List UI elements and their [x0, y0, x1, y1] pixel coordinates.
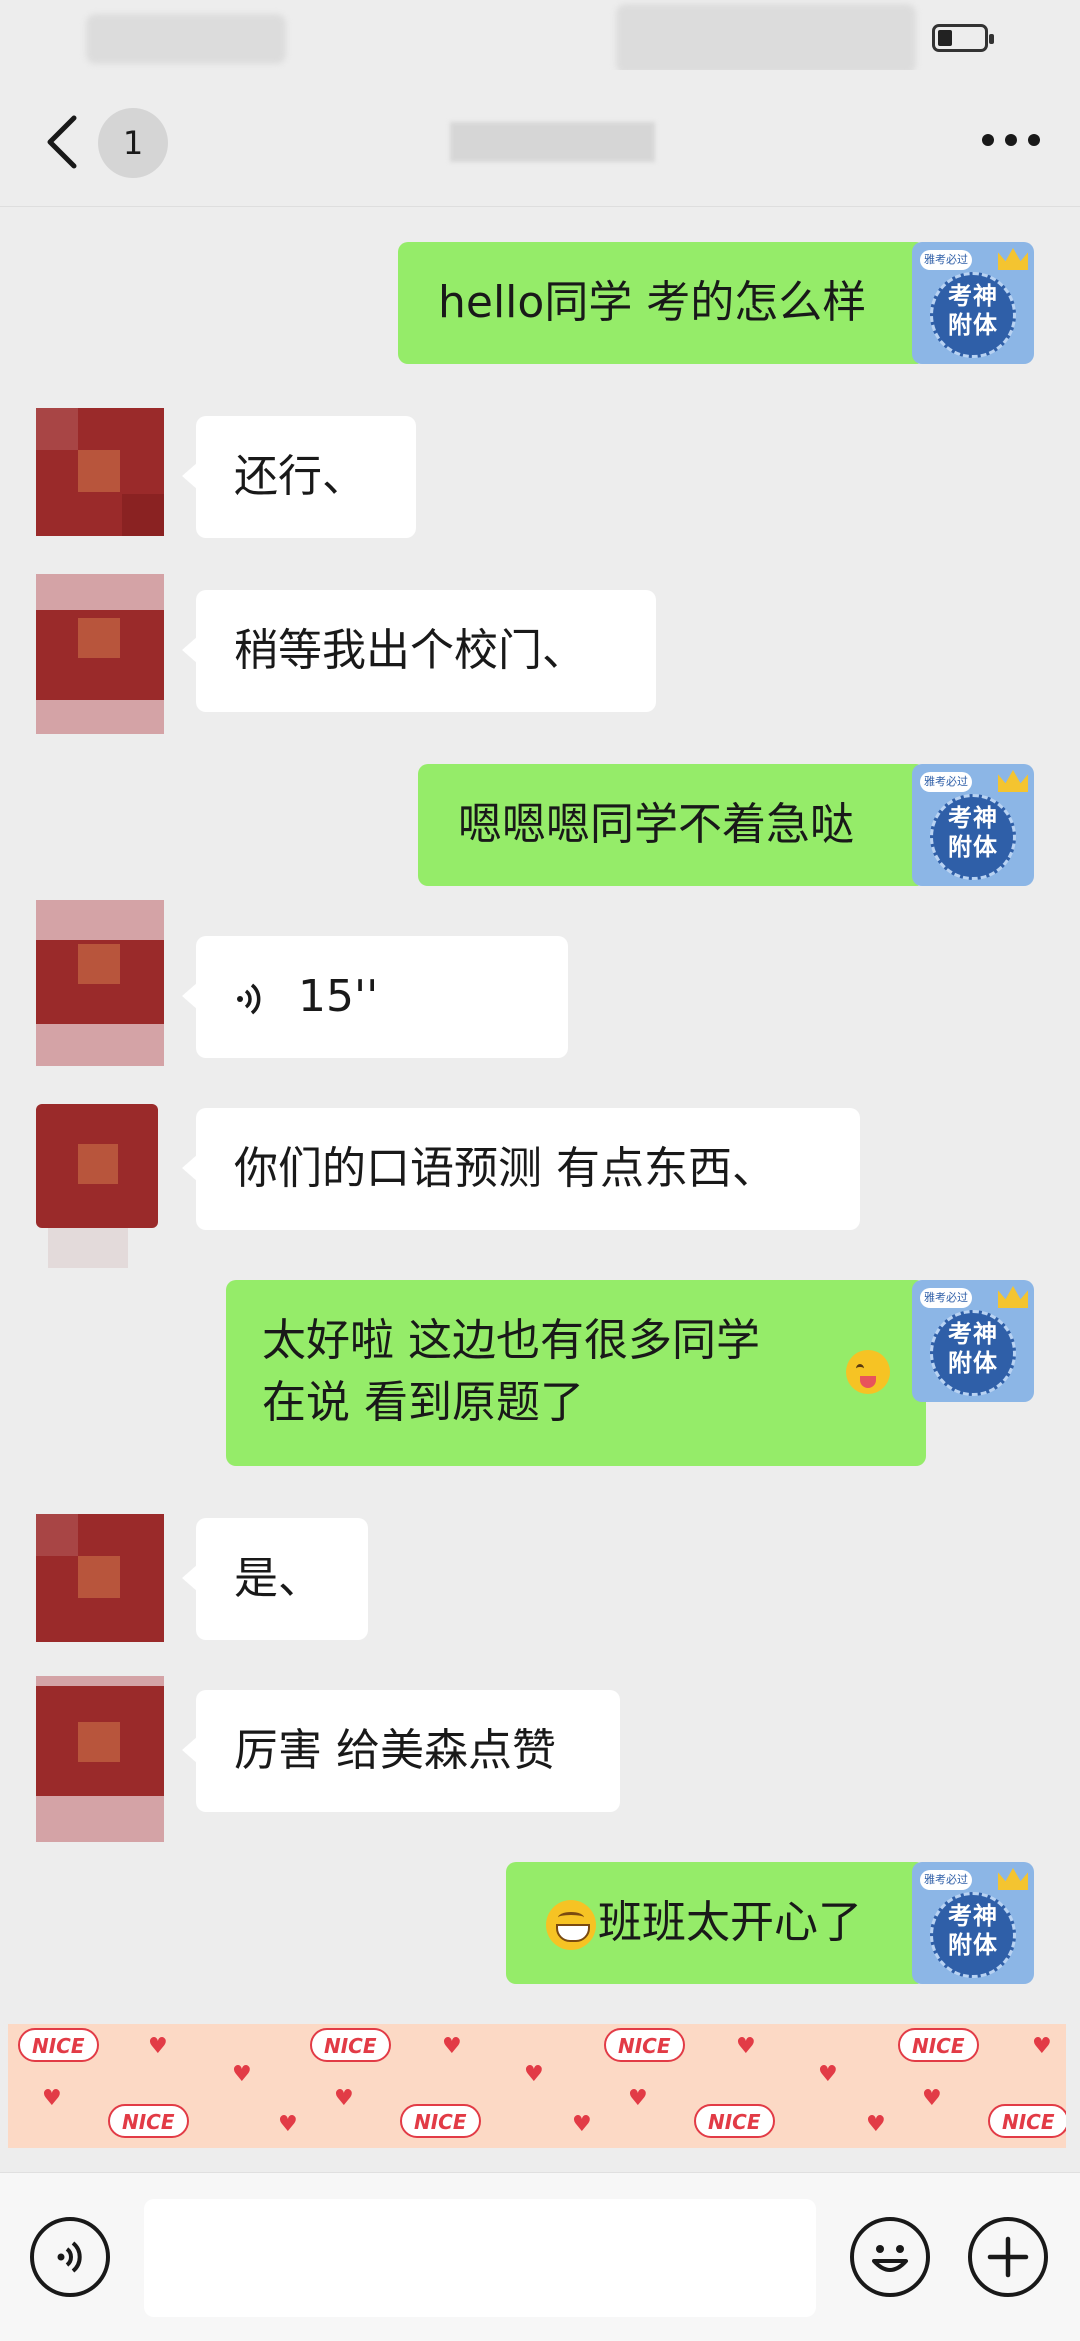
message-text: 你们的口语预测 有点东西、 — [234, 1143, 776, 1194]
avatar-text-line2: 附体 — [948, 1349, 998, 1377]
heart-icon: ♥ — [1032, 2034, 1052, 2059]
message-row: 还行、 — [0, 408, 1080, 538]
contact-message-bubble[interactable]: 是、 — [182, 1518, 368, 1640]
nice-label: NICE — [18, 2028, 99, 2062]
message-row: 15'' — [0, 900, 1080, 1066]
avatar-tag: 雅考必过 — [920, 250, 972, 270]
nice-label: NICE — [108, 2104, 189, 2138]
message-text-line1: 太好啦 这边也有很多同学 — [262, 1315, 760, 1366]
chat-input-bar — [0, 2172, 1080, 2341]
crown-icon — [998, 1868, 1028, 1890]
heart-icon: ♥ — [818, 2062, 838, 2087]
my-avatar[interactable]: 雅考必过 考神 附体 — [912, 1862, 1034, 1984]
message-text: 还行、 — [234, 451, 366, 502]
avatar-tag: 雅考必过 — [920, 772, 972, 792]
nice-label: NICE — [988, 2104, 1066, 2138]
chat-header: 1 — [0, 70, 1080, 207]
avatar-text-line1: 考神 — [948, 1902, 998, 1930]
message-text: 是、 — [234, 1553, 322, 1604]
heart-icon: ♥ — [232, 2062, 252, 2087]
avatar-text-line2: 附体 — [948, 311, 998, 339]
message-row: 是、 — [0, 1514, 1080, 1644]
avatar-text-line2: 附体 — [948, 1931, 998, 1959]
message-row: 班班太开心了 雅考必过 考神 附体 — [0, 1862, 1080, 1986]
heart-icon: ♥ — [442, 2034, 462, 2059]
voice-icon — [237, 983, 261, 1015]
more-icon[interactable] — [982, 132, 1040, 148]
nice-sticker-image[interactable]: NICE NICE NICE NICE NICE NICE NICE NICE … — [8, 2024, 1066, 2148]
heart-icon: ♥ — [278, 2112, 298, 2137]
avatar-text-line1: 考神 — [948, 282, 998, 310]
crown-icon — [998, 248, 1028, 270]
nice-label: NICE — [694, 2104, 775, 2138]
my-avatar[interactable]: 雅考必过 考神 附体 — [912, 242, 1034, 364]
avatar-tag: 雅考必过 — [920, 1288, 972, 1308]
contact-message-bubble[interactable]: 稍等我出个校门、 — [182, 590, 656, 712]
message-row: 太好啦 这边也有很多同学 在说 看到原题了 雅考必过 考神 附体 — [0, 1280, 1080, 1466]
blurred-status-info — [86, 14, 286, 64]
voice-message-bubble[interactable]: 15'' — [182, 936, 568, 1058]
heart-icon: ♥ — [866, 2112, 886, 2137]
contact-message-bubble[interactable]: 你们的口语预测 有点东西、 — [182, 1108, 860, 1230]
message-row: 你们的口语预测 有点东西、 — [0, 1104, 1080, 1272]
plus-icon[interactable] — [968, 2217, 1048, 2297]
voice-toggle-icon[interactable] — [30, 2217, 110, 2297]
crown-icon — [998, 770, 1028, 792]
heart-icon: ♥ — [524, 2062, 544, 2087]
back-icon[interactable] — [40, 112, 86, 172]
grin-emoji-icon — [546, 1900, 596, 1950]
heart-icon: ♥ — [628, 2086, 648, 2111]
heart-icon: ♥ — [42, 2086, 62, 2111]
avatar-text-line2: 附体 — [948, 833, 998, 861]
avatar-text-line1: 考神 — [948, 804, 998, 832]
blurred-status-icons — [616, 4, 916, 74]
avatar-tag: 雅考必过 — [920, 1870, 972, 1890]
heart-icon: ♥ — [736, 2034, 756, 2059]
message-text: 稍等我出个校门、 — [234, 625, 586, 676]
message-row: hello同学 考的怎么样 雅考必过 考神 附体 — [0, 242, 1080, 366]
nice-label: NICE — [604, 2028, 685, 2062]
crown-icon — [998, 1286, 1028, 1308]
unread-count-badge[interactable]: 1 — [98, 108, 168, 178]
voice-duration: 15'' — [298, 971, 379, 1022]
my-message-bubble[interactable]: 班班太开心了 — [506, 1862, 940, 1984]
my-message-bubble[interactable]: 嗯嗯嗯同学不着急哒 — [418, 764, 940, 886]
message-text: 嗯嗯嗯同学不着急哒 — [458, 799, 854, 850]
contact-avatar[interactable] — [36, 1104, 164, 1272]
message-row: 厉害 给美森点赞 — [0, 1676, 1080, 1842]
nice-label: NICE — [310, 2028, 391, 2062]
contact-avatar[interactable] — [36, 900, 164, 1066]
contact-avatar[interactable] — [36, 1676, 164, 1842]
emoji-icon[interactable] — [850, 2217, 930, 2297]
battery-icon — [932, 24, 994, 52]
message-text-line2: 在说 看到原题了 — [262, 1377, 584, 1428]
chat-title-blurred — [450, 122, 655, 162]
heart-icon: ♥ — [572, 2112, 592, 2137]
nice-label: NICE — [400, 2104, 481, 2138]
wink-tongue-emoji-icon — [846, 1350, 890, 1394]
message-text: hello同学 考的怎么样 — [438, 277, 867, 328]
heart-icon: ♥ — [922, 2086, 942, 2111]
message-row: 稍等我出个校门、 — [0, 574, 1080, 738]
heart-icon: ♥ — [334, 2086, 354, 2111]
contact-avatar[interactable] — [36, 1514, 164, 1642]
my-message-bubble[interactable]: hello同学 考的怎么样 — [398, 242, 940, 364]
contact-message-bubble[interactable]: 厉害 给美森点赞 — [182, 1690, 620, 1812]
heart-icon: ♥ — [148, 2034, 168, 2059]
my-avatar[interactable]: 雅考必过 考神 附体 — [912, 1280, 1034, 1402]
status-bar — [0, 0, 1080, 74]
contact-avatar[interactable] — [36, 574, 164, 734]
avatar-text-line1: 考神 — [948, 1320, 998, 1348]
message-row: 嗯嗯嗯同学不着急哒 雅考必过 考神 附体 — [0, 764, 1080, 888]
contact-message-bubble[interactable]: 还行、 — [182, 416, 416, 538]
nice-label: NICE — [898, 2028, 979, 2062]
message-text: 班班太开心了 — [598, 1897, 862, 1948]
message-text: 厉害 给美森点赞 — [234, 1725, 556, 1776]
my-message-bubble[interactable]: 太好啦 这边也有很多同学 在说 看到原题了 — [226, 1280, 940, 1466]
contact-avatar[interactable] — [36, 408, 164, 536]
message-input[interactable] — [144, 2199, 816, 2317]
my-avatar[interactable]: 雅考必过 考神 附体 — [912, 764, 1034, 886]
